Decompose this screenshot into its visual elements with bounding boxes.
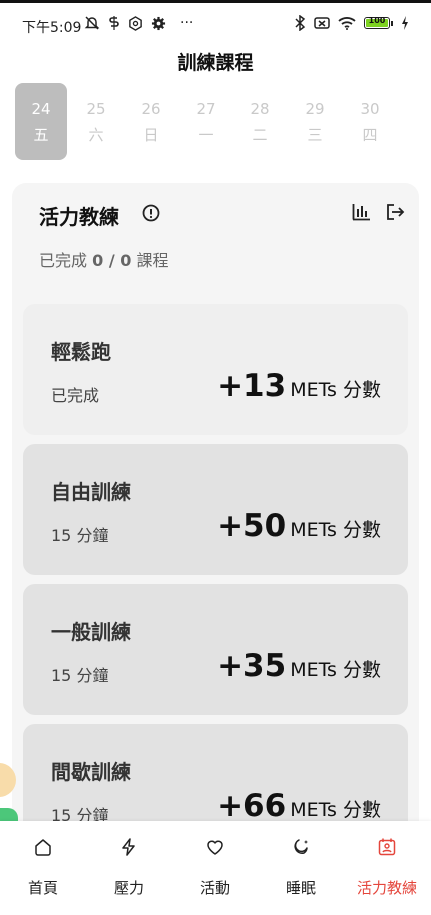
top-edge (0, 0, 431, 3)
date-number: 29 (305, 100, 325, 118)
nav-label: 睡眠 (285, 879, 316, 897)
bluetooth-icon (294, 15, 306, 31)
bolt-icon (119, 837, 139, 861)
date-item-25[interactable]: 25 六 (70, 83, 122, 160)
course-name: 輕鬆跑 (51, 340, 111, 364)
points-value: +13 (217, 368, 287, 404)
status-time: 下午5:09 (22, 20, 82, 36)
progress-text: 已完成 0 / 0 課程 (39, 247, 168, 271)
vpn-icon (128, 15, 143, 31)
sim-off-icon (314, 16, 330, 30)
date-number: 30 (360, 100, 380, 118)
date-weekday: 六 (88, 126, 104, 144)
date-number: 27 (196, 100, 216, 118)
course-duration: 15 分鐘 (51, 526, 109, 545)
heart-icon (205, 837, 225, 861)
date-item-26[interactable]: 26 日 (125, 83, 177, 160)
more-indicator: ··· (180, 15, 194, 31)
date-number: 24 (31, 100, 51, 118)
date-weekday: 三 (307, 126, 323, 144)
date-weekday: 四 (362, 126, 378, 144)
course-points: +35 METs 分數 (217, 648, 381, 684)
date-weekday: 日 (143, 126, 159, 144)
logout-icon[interactable] (385, 203, 405, 225)
nav-item-coach[interactable]: 活力教練 (344, 821, 430, 915)
course-card-free-training[interactable]: 自由訓練 15 分鐘 +50 METs 分數 (23, 444, 408, 575)
chart-icon[interactable] (352, 203, 371, 225)
date-item-29[interactable]: 29 三 (289, 83, 341, 160)
coach-panel: 活力教練 已完成 0 / 0 課程 輕鬆跑 已完成 +13 METs 分數 自由訓… (12, 183, 419, 883)
progress-value: 0 / 0 (92, 251, 132, 270)
course-name: 自由訓練 (51, 480, 131, 504)
course-name: 一般訓練 (51, 620, 131, 644)
mute-icon (84, 15, 100, 31)
course-name: 間歇訓練 (51, 760, 131, 784)
coach-title: 活力教練 (39, 205, 119, 229)
points-value: +66 (217, 788, 287, 824)
date-number: 25 (86, 100, 106, 118)
date-weekday: 二 (252, 126, 268, 144)
nav-item-home[interactable]: 首頁 (0, 821, 86, 915)
points-unit: METs 分數 (290, 799, 381, 821)
progress-suffix: 課程 (136, 251, 169, 270)
nav-label: 活力教練 (356, 879, 417, 897)
date-weekday: 五 (33, 126, 49, 144)
date-number: 26 (141, 100, 161, 118)
course-duration: 15 分鐘 (51, 666, 109, 685)
bottom-nav: 首頁 壓力 活動 睡眠 活力教練 (0, 821, 431, 915)
date-item-24[interactable]: 24 五 (15, 83, 67, 160)
battery-level: 100 (368, 16, 386, 25)
date-item-30[interactable]: 30 四 (344, 83, 396, 160)
coach-icon (377, 837, 397, 861)
course-status: 已完成 (51, 386, 100, 405)
nav-item-stress[interactable]: 壓力 (86, 821, 172, 915)
course-points: +50 METs 分數 (217, 508, 381, 544)
points-unit: METs 分數 (290, 379, 381, 401)
course-card-easy-run[interactable]: 輕鬆跑 已完成 +13 METs 分數 (23, 304, 408, 435)
course-points: +13 METs 分數 (217, 368, 381, 404)
date-number: 28 (250, 100, 270, 118)
points-unit: METs 分數 (290, 659, 381, 681)
points-value: +35 (217, 648, 287, 684)
nav-item-activity[interactable]: 活動 (172, 821, 258, 915)
moon-icon (291, 837, 311, 861)
status-bar: 下午5:09 ··· 100 (0, 12, 431, 40)
points-value: +50 (217, 508, 287, 544)
wifi-icon (338, 16, 356, 30)
course-card-general-training[interactable]: 一般訓練 15 分鐘 +35 METs 分數 (23, 584, 408, 715)
date-strip: 24 五 25 六 26 日 27 一 28 二 29 三 30 四 (15, 83, 415, 161)
date-item-27[interactable]: 27 一 (180, 83, 232, 160)
gear-icon (151, 16, 166, 31)
nav-label: 活動 (199, 879, 230, 897)
battery-icon: 100 (364, 16, 393, 29)
date-weekday: 一 (198, 126, 214, 144)
info-icon[interactable] (142, 204, 160, 226)
home-icon (33, 837, 53, 861)
s-shield-icon (108, 15, 120, 31)
nav-item-sleep[interactable]: 睡眠 (258, 821, 344, 915)
nav-label: 首頁 (27, 879, 58, 897)
progress-prefix: 已完成 (39, 251, 88, 270)
points-unit: METs 分數 (290, 519, 381, 541)
charging-icon (401, 16, 409, 30)
nav-label: 壓力 (113, 879, 144, 897)
date-item-28[interactable]: 28 二 (234, 83, 286, 160)
page-title: 訓練課程 (177, 52, 254, 74)
course-points: +66 METs 分數 (217, 788, 381, 824)
